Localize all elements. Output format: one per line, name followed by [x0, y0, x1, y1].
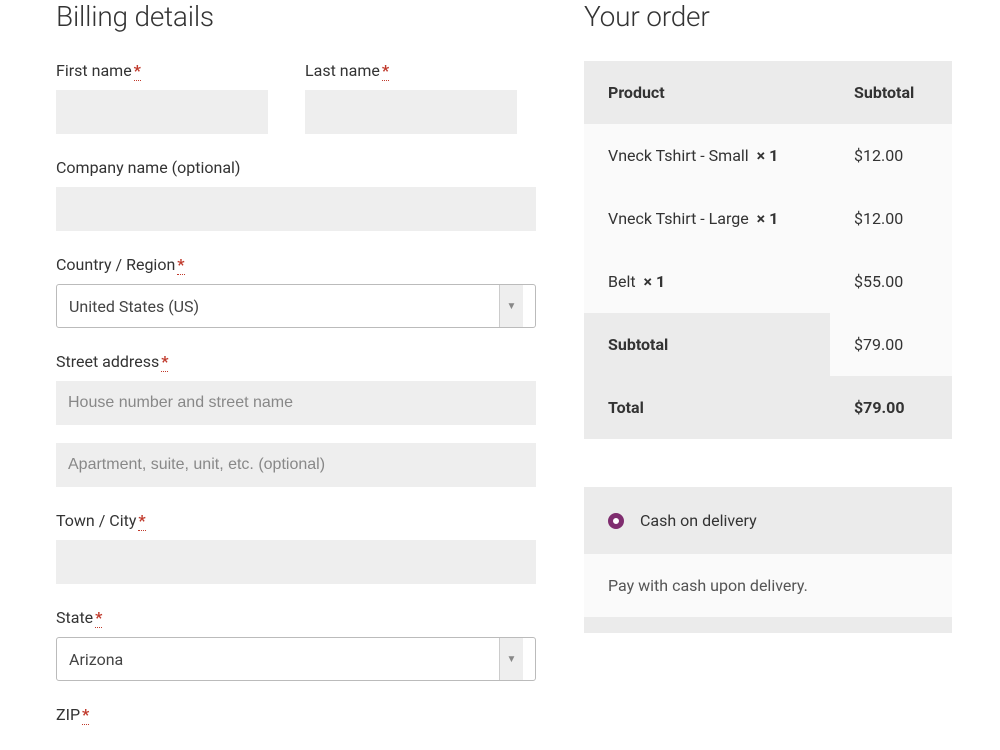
first-name-label: First name* — [56, 61, 287, 80]
item-qty: × 1 — [644, 272, 666, 291]
table-row: Vneck Tshirt - Small × 1 $12.00 — [584, 124, 952, 187]
required-indicator: * — [382, 61, 389, 81]
payment-option-cod[interactable]: Cash on delivery — [584, 487, 952, 554]
required-indicator: * — [177, 255, 184, 275]
payment-spacer — [584, 617, 952, 633]
country-value: United States (US) — [69, 297, 199, 316]
item-qty: × 1 — [757, 209, 779, 228]
th-subtotal: Subtotal — [830, 61, 952, 124]
subtotal-row: Subtotal $79.00 — [584, 313, 952, 376]
required-indicator: * — [161, 352, 168, 372]
order-table: Product Subtotal Vneck Tshirt - Small × … — [584, 61, 952, 439]
state-value: Arizona — [69, 650, 123, 669]
city-label: Town / City* — [56, 511, 536, 530]
required-indicator: * — [134, 61, 141, 81]
company-label: Company name (optional) — [56, 158, 536, 177]
table-row: Belt × 1 $55.00 — [584, 250, 952, 313]
th-product: Product — [584, 61, 830, 124]
state-select[interactable]: Arizona ▼ — [56, 637, 536, 681]
company-input[interactable] — [56, 187, 536, 231]
item-qty: × 1 — [757, 146, 779, 165]
first-name-input[interactable] — [56, 90, 268, 134]
zip-label: ZIP* — [56, 705, 536, 724]
street-input-2[interactable] — [56, 443, 536, 487]
payment-option-label: Cash on delivery — [640, 511, 757, 530]
radio-selected-icon — [608, 513, 624, 529]
last-name-input[interactable] — [305, 90, 517, 134]
country-select[interactable]: United States (US) ▼ — [56, 284, 536, 328]
total-row: Total $79.00 — [584, 376, 952, 439]
chevron-down-icon: ▼ — [499, 285, 523, 327]
required-indicator: * — [95, 608, 102, 628]
table-row: Vneck Tshirt - Large × 1 $12.00 — [584, 187, 952, 250]
payment-description: Pay with cash upon delivery. — [584, 554, 952, 617]
required-indicator: * — [138, 511, 145, 531]
street-label: Street address* — [56, 352, 536, 371]
billing-heading: Billing details — [56, 0, 536, 33]
country-label: Country / Region* — [56, 255, 536, 274]
payment-section: Cash on delivery Pay with cash upon deli… — [584, 487, 952, 633]
street-input-1[interactable] — [56, 381, 536, 425]
last-name-label: Last name* — [305, 61, 536, 80]
order-heading: Your order — [584, 0, 952, 33]
required-indicator: * — [82, 705, 89, 725]
state-label: State* — [56, 608, 536, 627]
chevron-down-icon: ▼ — [499, 638, 523, 680]
city-input[interactable] — [56, 540, 536, 584]
